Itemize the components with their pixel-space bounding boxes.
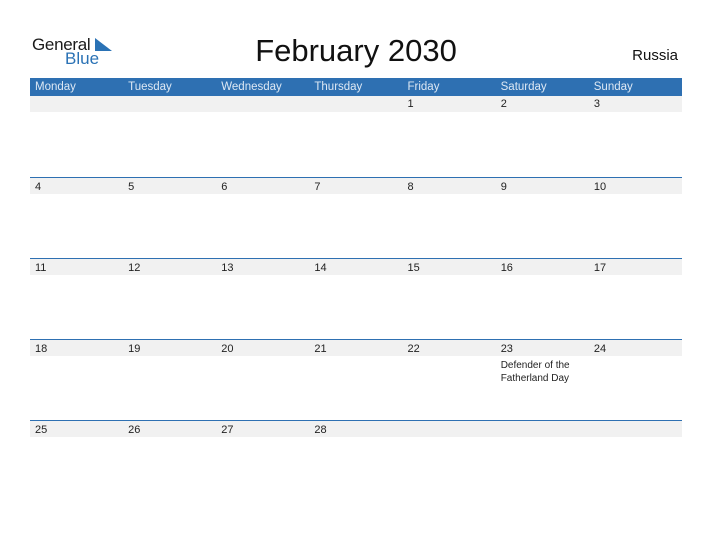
day-cell: 22 <box>403 339 496 420</box>
day-number: 22 <box>407 343 420 355</box>
day-number: 3 <box>593 98 600 110</box>
day-cell: 12 <box>123 258 216 339</box>
weekday-header: Monday Tuesday Wednesday Thursday Friday… <box>30 78 682 96</box>
day-number: 13 <box>221 262 234 274</box>
day-number: 20 <box>221 343 234 355</box>
weekday-saturday: Saturday <box>500 81 547 93</box>
day-cell <box>123 96 216 177</box>
day-cell: 4 <box>30 177 123 258</box>
day-cell: 27 <box>216 420 309 501</box>
day-cell <box>309 96 402 177</box>
day-number: 2 <box>500 98 507 110</box>
day-number: 14 <box>314 262 327 274</box>
day-number: 8 <box>407 181 414 193</box>
day-cell: 19 <box>123 339 216 420</box>
day-cell <box>496 420 589 501</box>
day-cell <box>589 420 682 501</box>
calendar-week: 25 26 27 28 <box>30 420 682 501</box>
day-cell: 14 <box>309 258 402 339</box>
day-cell: 2 <box>496 96 589 177</box>
day-number: 28 <box>314 424 327 436</box>
day-cell: 16 <box>496 258 589 339</box>
day-cell: 13 <box>216 258 309 339</box>
day-cell: 10 <box>589 177 682 258</box>
weekday-thursday: Thursday <box>314 81 363 93</box>
calendar-week: 1 2 3 <box>30 96 682 177</box>
weekday-friday: Friday <box>407 81 440 93</box>
day-number: 12 <box>128 262 141 274</box>
day-cell: 21 <box>309 339 402 420</box>
day-cell: 8 <box>403 177 496 258</box>
day-cell <box>30 96 123 177</box>
day-cell: 7 <box>309 177 402 258</box>
day-cell: 20 <box>216 339 309 420</box>
day-cell: 23 Defender of the Fatherland Day <box>496 339 589 420</box>
day-number: 15 <box>407 262 420 274</box>
day-cell: 18 <box>30 339 123 420</box>
day-cell: 17 <box>589 258 682 339</box>
day-cell: 26 <box>123 420 216 501</box>
day-number: 24 <box>593 343 607 355</box>
day-cell: 3 <box>589 96 682 177</box>
day-number: 4 <box>35 181 42 193</box>
day-cell: 15 <box>403 258 496 339</box>
day-number: 26 <box>128 424 141 436</box>
page-title: February 2030 <box>255 33 457 68</box>
weekday-tuesday: Tuesday <box>128 81 172 93</box>
day-cell: 6 <box>216 177 309 258</box>
calendar-week: 18 19 20 21 22 23 Defender of the Fatherland D… <box>30 339 682 420</box>
day-number: 23 <box>500 343 513 355</box>
weekday-monday: Monday <box>35 81 76 93</box>
day-cell: 25 <box>30 420 123 501</box>
day-number: 18 <box>35 343 48 355</box>
day-number: 10 <box>593 181 607 193</box>
day-cell <box>216 96 309 177</box>
weekday-sunday: Sunday <box>593 81 633 93</box>
day-number: 16 <box>500 262 513 274</box>
day-cell: 1 <box>403 96 496 177</box>
day-cell: 9 <box>496 177 589 258</box>
day-cell: 24 <box>589 339 682 420</box>
day-cell: 5 <box>123 177 216 258</box>
day-number: 19 <box>128 343 141 355</box>
day-number: 6 <box>221 181 228 193</box>
country-label: Russia <box>632 47 678 64</box>
day-cell: 28 <box>309 420 402 501</box>
day-number: 25 <box>35 424 48 436</box>
day-number: 9 <box>500 181 507 193</box>
day-number: 1 <box>407 98 414 110</box>
holiday-label: Defender of the Fatherland Day <box>500 360 570 384</box>
day-number: 21 <box>314 343 327 355</box>
day-cell <box>403 420 496 501</box>
day-number: 17 <box>593 262 607 274</box>
calendar-week: 4 5 6 7 8 9 10 <box>30 177 682 258</box>
weekday-wednesday: Wednesday <box>221 81 282 93</box>
calendar-week: 11 12 13 14 15 16 17 <box>30 258 682 339</box>
day-number: 5 <box>128 181 135 193</box>
day-cell: 11 <box>30 258 123 339</box>
day-number: 7 <box>314 181 321 193</box>
day-number: 11 <box>35 262 47 274</box>
day-number: 27 <box>221 424 234 436</box>
